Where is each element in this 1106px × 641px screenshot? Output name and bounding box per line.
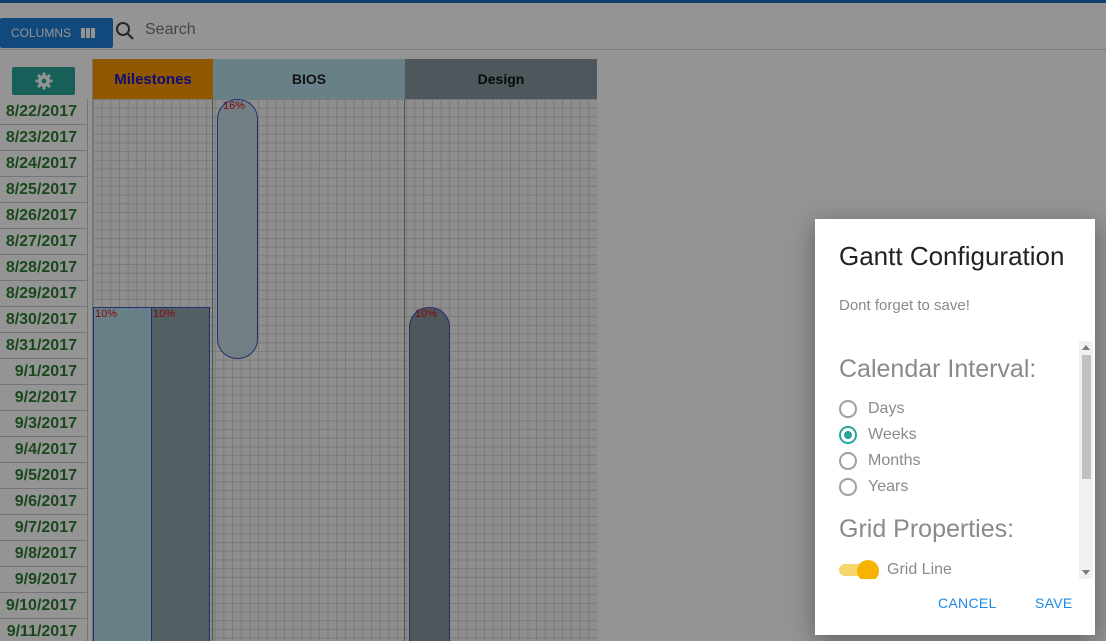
grid-line-label: Grid Line (887, 561, 952, 578)
grid-properties-heading: Grid Properties: (839, 515, 1015, 543)
radio-button-selected[interactable] (839, 426, 857, 444)
radio-years[interactable]: Years (839, 477, 908, 497)
toggle-knob (857, 560, 879, 579)
grid-line-toggle-row[interactable]: Grid Line (839, 559, 952, 579)
grid-line-toggle[interactable] (839, 560, 879, 579)
radio-button[interactable] (839, 478, 857, 496)
dialog-title: Gantt Configuration (839, 241, 1065, 271)
radio-label: Years (868, 478, 909, 495)
radio-label: Months (868, 452, 921, 469)
radio-days[interactable]: Days (839, 399, 904, 419)
dialog-scroll-area[interactable]: Calendar Interval: Days Weeks Months Yea… (839, 341, 1074, 579)
radio-button[interactable] (839, 400, 857, 418)
scrollbar-thumb[interactable] (1082, 355, 1091, 479)
radio-label: Days (868, 400, 905, 417)
scroll-down-arrow-icon[interactable] (1082, 570, 1090, 575)
radio-weeks[interactable]: Weeks (839, 425, 917, 445)
gantt-configuration-dialog: Gantt Configuration Dont forget to save!… (815, 219, 1095, 635)
scroll-up-arrow-icon[interactable] (1082, 345, 1090, 350)
radio-button[interactable] (839, 452, 857, 470)
calendar-interval-heading: Calendar Interval: (839, 355, 1037, 383)
cancel-button[interactable]: CANCEL (938, 595, 997, 611)
radio-label: Weeks (868, 426, 917, 443)
save-button[interactable]: SAVE (1035, 595, 1073, 611)
dialog-subtitle: Dont forget to save! (839, 297, 970, 314)
radio-months[interactable]: Months (839, 451, 920, 471)
dialog-scrollbar[interactable] (1079, 341, 1093, 579)
